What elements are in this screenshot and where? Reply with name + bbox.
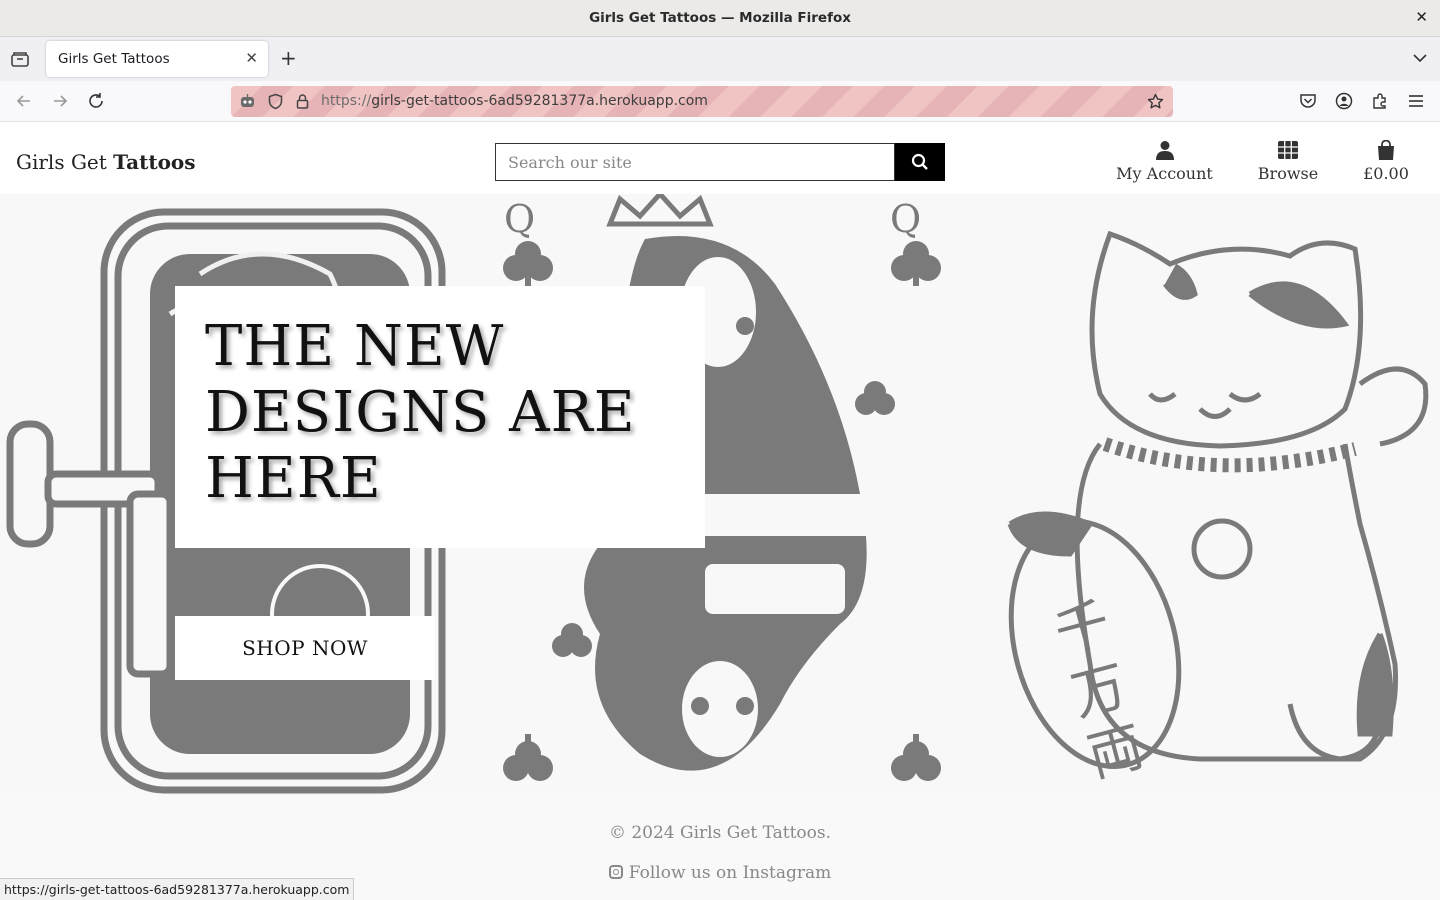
coin-glyph-1: 千 [1048,591,1116,666]
tracking-protection-shield-icon[interactable] [267,93,284,110]
tab-girls-get-tattoos[interactable]: Girls Get Tattoos ✕ [46,41,268,77]
back-icon[interactable] [13,90,35,112]
instagram-label: Follow us on Instagram [628,863,832,883]
menu-hamburger-icon[interactable] [1407,92,1425,110]
account-icon[interactable] [1335,92,1353,110]
search-input[interactable]: Search our site [495,143,895,181]
tab-label: Girls Get Tattoos [58,51,170,67]
instagram-icon [608,865,623,879]
url-scheme: https:// [321,93,372,109]
new-tab-button[interactable]: + [280,46,297,70]
user-icon [1155,141,1174,160]
shop-now-button[interactable]: SHOP NOW [175,616,435,680]
nav-shopping-bag[interactable]: £0.00 [1360,140,1412,183]
forward-icon[interactable] [49,90,71,112]
extensions-icon[interactable] [1371,92,1389,110]
window-titlebar: Girls Get Tattoos — Mozilla Firefox ✕ [0,0,1440,37]
tab-close-button[interactable]: ✕ [245,49,258,67]
nav-my-account[interactable]: My Account [1116,140,1213,183]
url-host: girls-get-tattoos-6ad59281377a.herokuapp… [371,93,708,109]
bag-total: £0.00 [1363,164,1409,183]
tab-strip: Girls Get Tattoos ✕ + [0,37,1440,81]
grid-icon [1278,141,1298,159]
url-text: https://girls-get-tattoos-6ad59281377a.h… [321,93,708,109]
hero-headline-box: THE NEW DESIGNS ARE HERE [175,286,705,548]
list-all-tabs-icon[interactable] [1412,50,1428,66]
nav-label: My Account [1116,164,1213,183]
shopping-bag-icon [1378,140,1394,160]
site-header: Girls Get Tattoos Search our site My Acc… [0,122,1440,194]
nav-browse[interactable]: Browse [1257,140,1319,183]
window-close-button[interactable]: ✕ [1415,8,1428,26]
url-bar[interactable]: https://girls-get-tattoos-6ad59281377a.h… [231,86,1173,117]
card-rank-q-left: Q [504,197,535,241]
search-placeholder: Search our site [508,153,632,172]
hero-banner: Q Q 千 万 両 THE NEW DESIGNS ARE HERE SHOP … [0,194,1440,796]
pocket-icon[interactable] [1299,92,1317,110]
search-icon [911,153,928,170]
hero-headline: THE NEW DESIGNS ARE HERE [205,314,636,511]
reload-icon[interactable] [85,90,107,112]
maneki-neko-cat-illustration [1007,230,1429,770]
brand-logo[interactable]: Girls Get Tattoos [16,150,196,174]
remote-control-robot-icon[interactable] [239,93,256,110]
firefox-view-icon[interactable] [10,50,30,68]
coin-glyph-3: 両 [1081,714,1149,789]
lock-icon[interactable] [294,93,311,110]
card-rank-q-right: Q [890,197,921,241]
brand-plain: Girls Get [16,150,114,174]
footer-copyright: © 2024 Girls Get Tattoos. [608,823,832,843]
nav-label: Browse [1257,164,1319,183]
navigation-toolbar: https://girls-get-tattoos-6ad59281377a.h… [0,81,1440,122]
window-title: Girls Get Tattoos — Mozilla Firefox [589,10,851,26]
brand-bold: Tattoos [113,150,196,174]
bookmark-star-icon[interactable] [1147,93,1164,110]
link-status-bar: https://girls-get-tattoos-6ad59281377a.h… [0,878,355,900]
search-button[interactable] [895,143,945,181]
